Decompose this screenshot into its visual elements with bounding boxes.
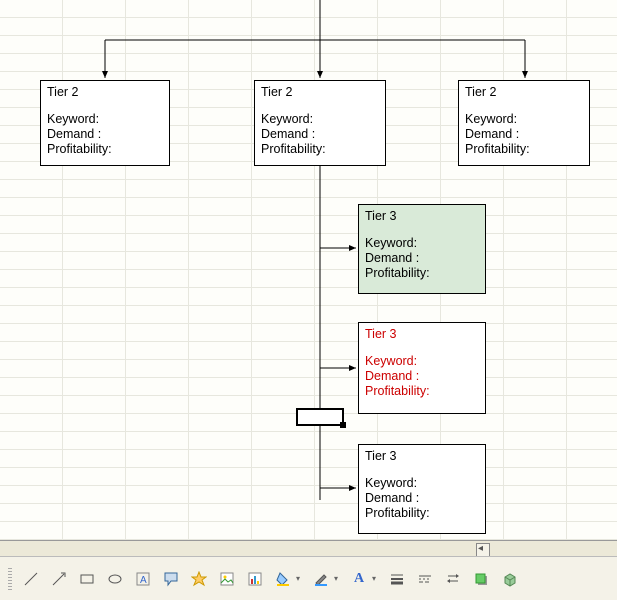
dropdown-icon[interactable]: ▾ [334, 574, 342, 583]
line-icon[interactable] [20, 568, 42, 590]
svg-text:A: A [140, 575, 147, 586]
node-title: Tier 2 [465, 85, 583, 100]
scroll-left-button[interactable] [476, 543, 490, 557]
node-line: Profitability: [465, 142, 583, 157]
node-tier3-red[interactable]: Tier 3 Keyword: Demand : Profitability: [358, 322, 486, 414]
chart-icon[interactable] [244, 568, 266, 590]
node-title: Tier 2 [261, 85, 379, 100]
node-line: Demand : [365, 251, 479, 266]
node-line: Demand : [365, 369, 479, 384]
dropdown-icon[interactable]: ▾ [372, 574, 380, 583]
line-weight-icon[interactable] [386, 568, 408, 590]
node-line: Profitability: [365, 506, 479, 521]
node-line: Keyword: [365, 236, 479, 251]
node-tier3-green[interactable]: Tier 3 Keyword: Demand : Profitability: [358, 204, 486, 294]
node-tier2-right[interactable]: Tier 2 Keyword: Demand : Profitability: [458, 80, 590, 166]
active-cell[interactable] [296, 408, 344, 426]
node-line: Profitability: [365, 384, 479, 399]
callout-icon[interactable] [160, 568, 182, 590]
star-icon[interactable] [188, 568, 210, 590]
node-title: Tier 3 [365, 449, 479, 464]
node-line: Keyword: [365, 476, 479, 491]
node-line: Profitability: [261, 142, 379, 157]
node-line: Keyword: [365, 354, 479, 369]
drawing-toolbar: A ▾ ▾ A▾ [0, 556, 617, 600]
node-line: Profitability: [47, 142, 163, 157]
node-title: Tier 3 [365, 209, 479, 224]
node-tier2-middle[interactable]: Tier 2 Keyword: Demand : Profitability: [254, 80, 386, 166]
node-title: Tier 3 [365, 327, 479, 342]
toolbar-grip-icon [8, 568, 12, 590]
horizontal-scrollbar[interactable] [0, 540, 617, 557]
node-line: Keyword: [465, 112, 583, 127]
node-line: Demand : [465, 127, 583, 142]
line-style-icon[interactable] [414, 568, 436, 590]
spreadsheet-grid[interactable]: Tier 2 Keyword: Demand : Profitability: … [0, 0, 617, 540]
insert-image-icon[interactable] [216, 568, 238, 590]
shadow-icon[interactable] [470, 568, 492, 590]
dropdown-icon[interactable]: ▾ [296, 574, 304, 583]
rect-icon[interactable] [76, 568, 98, 590]
node-line: Demand : [47, 127, 163, 142]
fill-color-icon[interactable] [272, 568, 294, 590]
3d-icon[interactable] [498, 568, 520, 590]
node-line: Keyword: [47, 112, 163, 127]
font-color-icon[interactable]: A [348, 568, 370, 590]
line-ends-icon[interactable] [442, 568, 464, 590]
node-tier3-plain[interactable]: Tier 3 Keyword: Demand : Profitability: [358, 444, 486, 534]
node-line: Profitability: [365, 266, 479, 281]
node-line: Demand : [261, 127, 379, 142]
ellipse-icon[interactable] [104, 568, 126, 590]
node-tier2-left[interactable]: Tier 2 Keyword: Demand : Profitability: [40, 80, 170, 166]
line-color-icon[interactable] [310, 568, 332, 590]
node-line: Keyword: [261, 112, 379, 127]
node-line: Demand : [365, 491, 479, 506]
arrow-icon[interactable] [48, 568, 70, 590]
node-title: Tier 2 [47, 85, 163, 100]
text-icon[interactable]: A [132, 568, 154, 590]
